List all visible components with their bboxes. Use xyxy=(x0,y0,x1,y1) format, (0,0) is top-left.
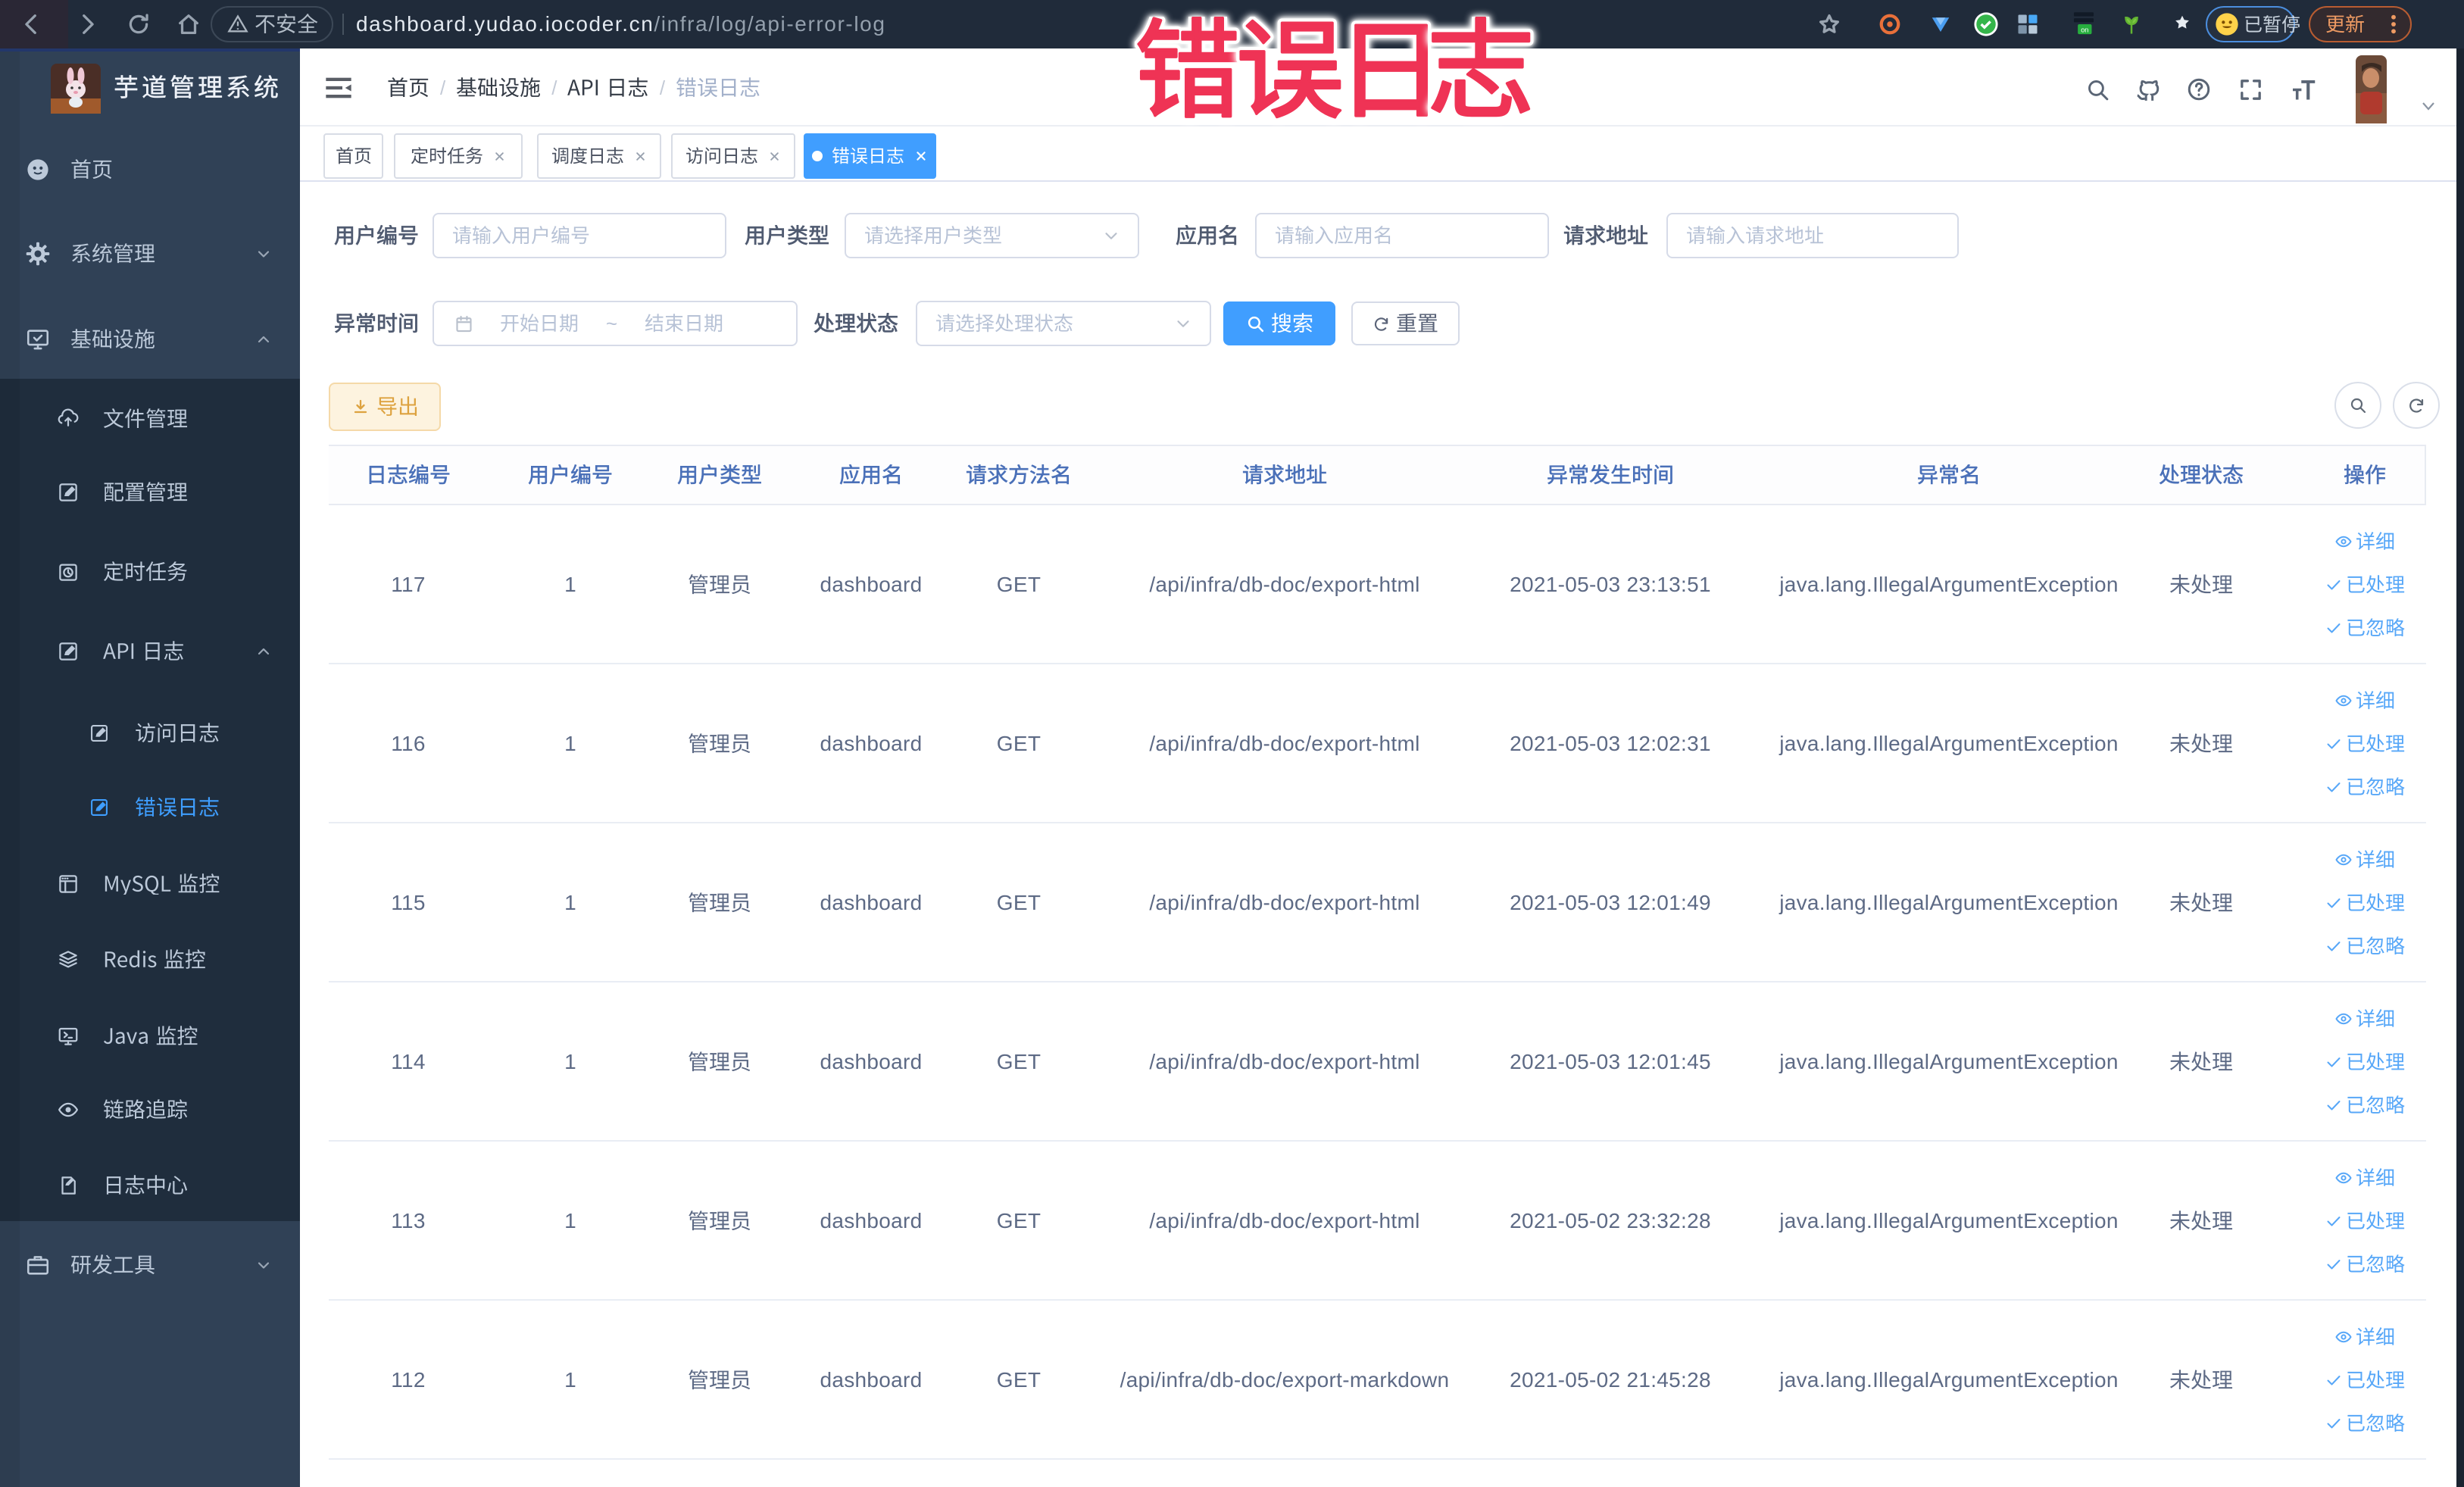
svg-text:on: on xyxy=(2081,26,2088,33)
